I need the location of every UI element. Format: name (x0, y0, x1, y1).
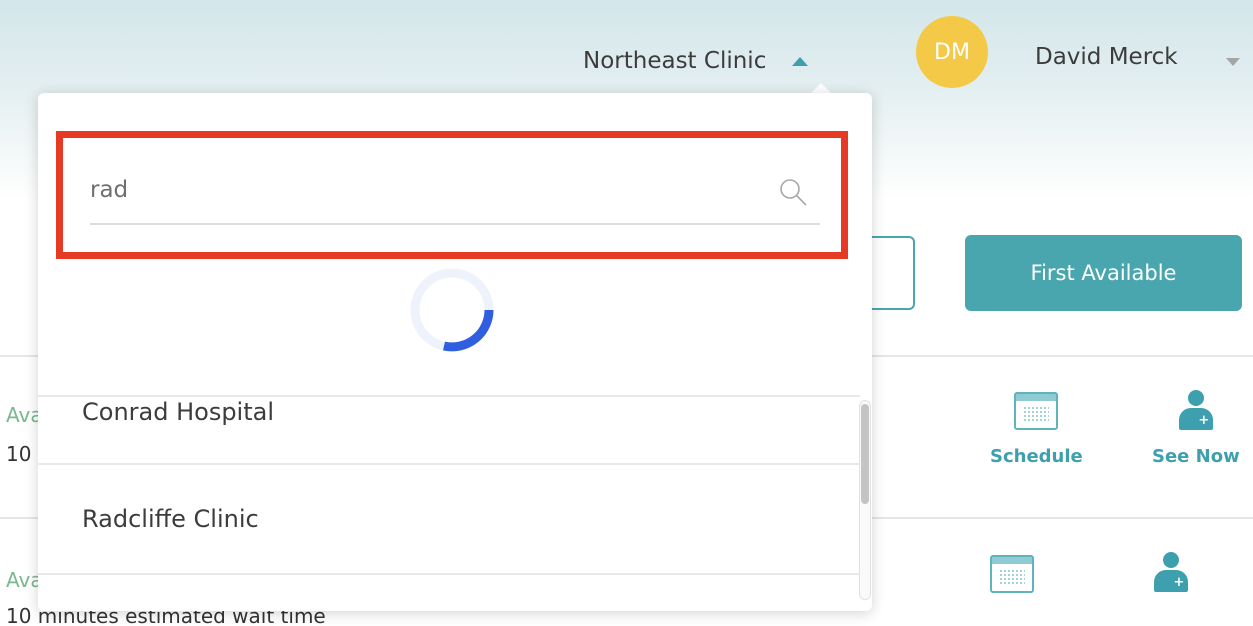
first-available-button[interactable]: First Available (965, 235, 1242, 311)
list-divider (38, 463, 860, 465)
search-icon[interactable] (778, 177, 808, 207)
doctor-icon: + (1152, 552, 1190, 594)
calendar-icon (1014, 392, 1059, 430)
chevron-down-icon[interactable] (1226, 58, 1240, 66)
user-name[interactable]: David Merck (1035, 44, 1178, 70)
first-available-label: First Available (1030, 261, 1177, 285)
wait-time-text: 10 (6, 442, 32, 466)
see-now-label: See Now (1152, 446, 1240, 467)
schedule-button[interactable] (990, 555, 1034, 593)
list-item-conrad-hospital[interactable]: Conrad Hospital (82, 398, 274, 426)
avatar[interactable]: DM (916, 16, 988, 88)
clinic-dropdown: Conrad Hospital Radcliffe Clinic (38, 93, 872, 611)
clinic-search-input[interactable] (90, 167, 810, 213)
list-item-radcliffe-clinic[interactable]: Radcliffe Clinic (82, 505, 259, 533)
schedule-button[interactable]: Schedule (990, 392, 1083, 467)
search-underline (90, 223, 820, 225)
clinic-results-list: Conrad Hospital Radcliffe Clinic (38, 395, 872, 611)
list-divider (38, 573, 860, 575)
caret-up-icon (792, 56, 809, 66)
doctor-icon: + (1177, 390, 1215, 432)
loading-spinner-icon (410, 268, 494, 352)
see-now-button[interactable]: + (1152, 552, 1190, 594)
schedule-label: Schedule (990, 446, 1083, 467)
avatar-initials: DM (934, 39, 970, 65)
see-now-button[interactable]: + See Now (1152, 390, 1240, 467)
calendar-icon (990, 555, 1034, 593)
list-divider (38, 395, 860, 397)
clinic-name: Northeast Clinic (583, 48, 767, 74)
clinic-selector[interactable]: Northeast Clinic (583, 44, 809, 78)
scrollbar-thumb[interactable] (861, 404, 869, 504)
